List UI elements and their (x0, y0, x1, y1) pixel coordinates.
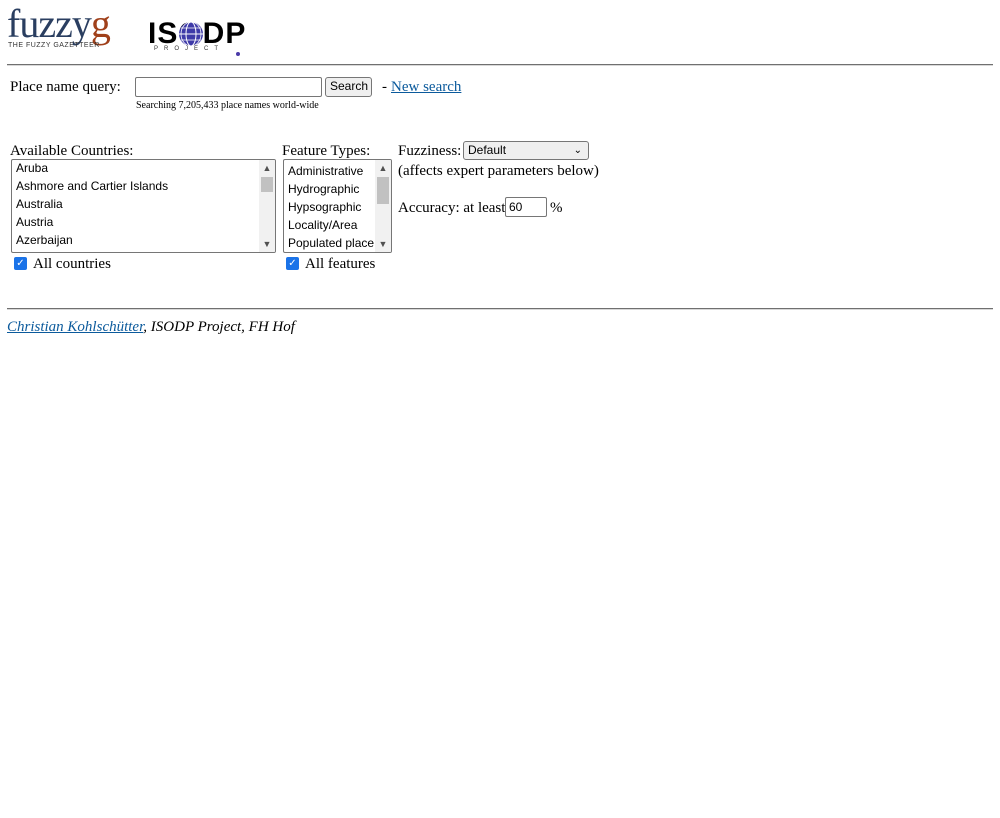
country-option[interactable]: Azerbaijan (16, 231, 73, 249)
footer-text: , ISODP Project, FH Hof (143, 319, 295, 335)
fuzzyg-logo-word: fuzzy (7, 1, 92, 46)
all-countries-checkbox[interactable]: ✓ (14, 257, 27, 270)
country-option[interactable]: Australia (16, 195, 63, 213)
countries-listbox[interactable]: Aruba Ashmore and Cartier Islands Austra… (11, 159, 276, 253)
scroll-thumb[interactable] (377, 177, 389, 204)
feature-option[interactable]: Hydrographic (288, 180, 359, 198)
features-scrollbar[interactable]: ▲ ▼ (375, 160, 391, 252)
countries-label: Available Countries: (10, 143, 134, 159)
scroll-thumb[interactable] (261, 177, 273, 192)
features-listbox[interactable]: Administrative Hydrographic Hypsographic… (283, 159, 392, 253)
feature-option[interactable]: Hypsographic (288, 198, 361, 216)
scroll-down-icon[interactable]: ▼ (259, 237, 275, 251)
chevron-down-icon: ⌄ (573, 145, 582, 156)
all-features-checkbox[interactable]: ✓ (286, 257, 299, 270)
isodp-logo-sub: PROJECT (154, 46, 225, 52)
country-option[interactable]: Aruba (16, 160, 48, 177)
feature-option[interactable]: Populated place (288, 234, 374, 252)
scroll-up-icon[interactable]: ▲ (259, 161, 275, 175)
globe-icon (179, 21, 203, 47)
scroll-up-icon[interactable]: ▲ (375, 161, 391, 175)
features-label: Feature Types: (282, 143, 371, 159)
fuzziness-selected: Default (468, 143, 507, 157)
footer: Christian Kohlschütter, ISODP Project, F… (7, 319, 295, 336)
bottom-divider (7, 308, 993, 310)
fuzzyg-logo: fuzzyg THE FUZZY GAZETTEER (7, 4, 122, 54)
place-name-input[interactable] (135, 77, 322, 97)
fuzziness-select[interactable]: Default ⌄ (463, 141, 589, 160)
scroll-down-icon[interactable]: ▼ (375, 237, 391, 251)
top-divider (7, 64, 993, 66)
query-separator: - (382, 79, 387, 95)
accuracy-label: Accuracy: at least (398, 200, 506, 216)
search-button[interactable]: Search (325, 77, 372, 97)
new-search-link[interactable]: New search (391, 79, 461, 96)
query-label: Place name query: (10, 79, 121, 95)
fuzzyg-logo-letter: g (90, 1, 111, 46)
isodp-logo: ISODP PROJECT (148, 18, 253, 58)
logo-dot (236, 52, 240, 56)
all-countries-label: All countries (33, 256, 111, 272)
fuzzyg-tagline: THE FUZZY GAZETTEER (8, 42, 100, 49)
country-option[interactable]: Austria (16, 213, 53, 231)
all-features-label: All features (305, 256, 376, 272)
fuzziness-label: Fuzziness: (398, 143, 462, 159)
accuracy-unit: % (550, 200, 563, 216)
country-option[interactable]: Ashmore and Cartier Islands (16, 177, 168, 195)
author-link[interactable]: Christian Kohlschütter (7, 319, 143, 335)
accuracy-input[interactable] (505, 197, 547, 217)
feature-option[interactable]: Administrative (288, 162, 363, 180)
search-hint: Searching 7,205,433 place names world-wi… (136, 100, 319, 111)
fuzziness-note: (affects expert parameters below) (398, 163, 599, 179)
countries-scrollbar[interactable]: ▲ ▼ (259, 160, 275, 252)
feature-option[interactable]: Locality/Area (288, 216, 357, 234)
